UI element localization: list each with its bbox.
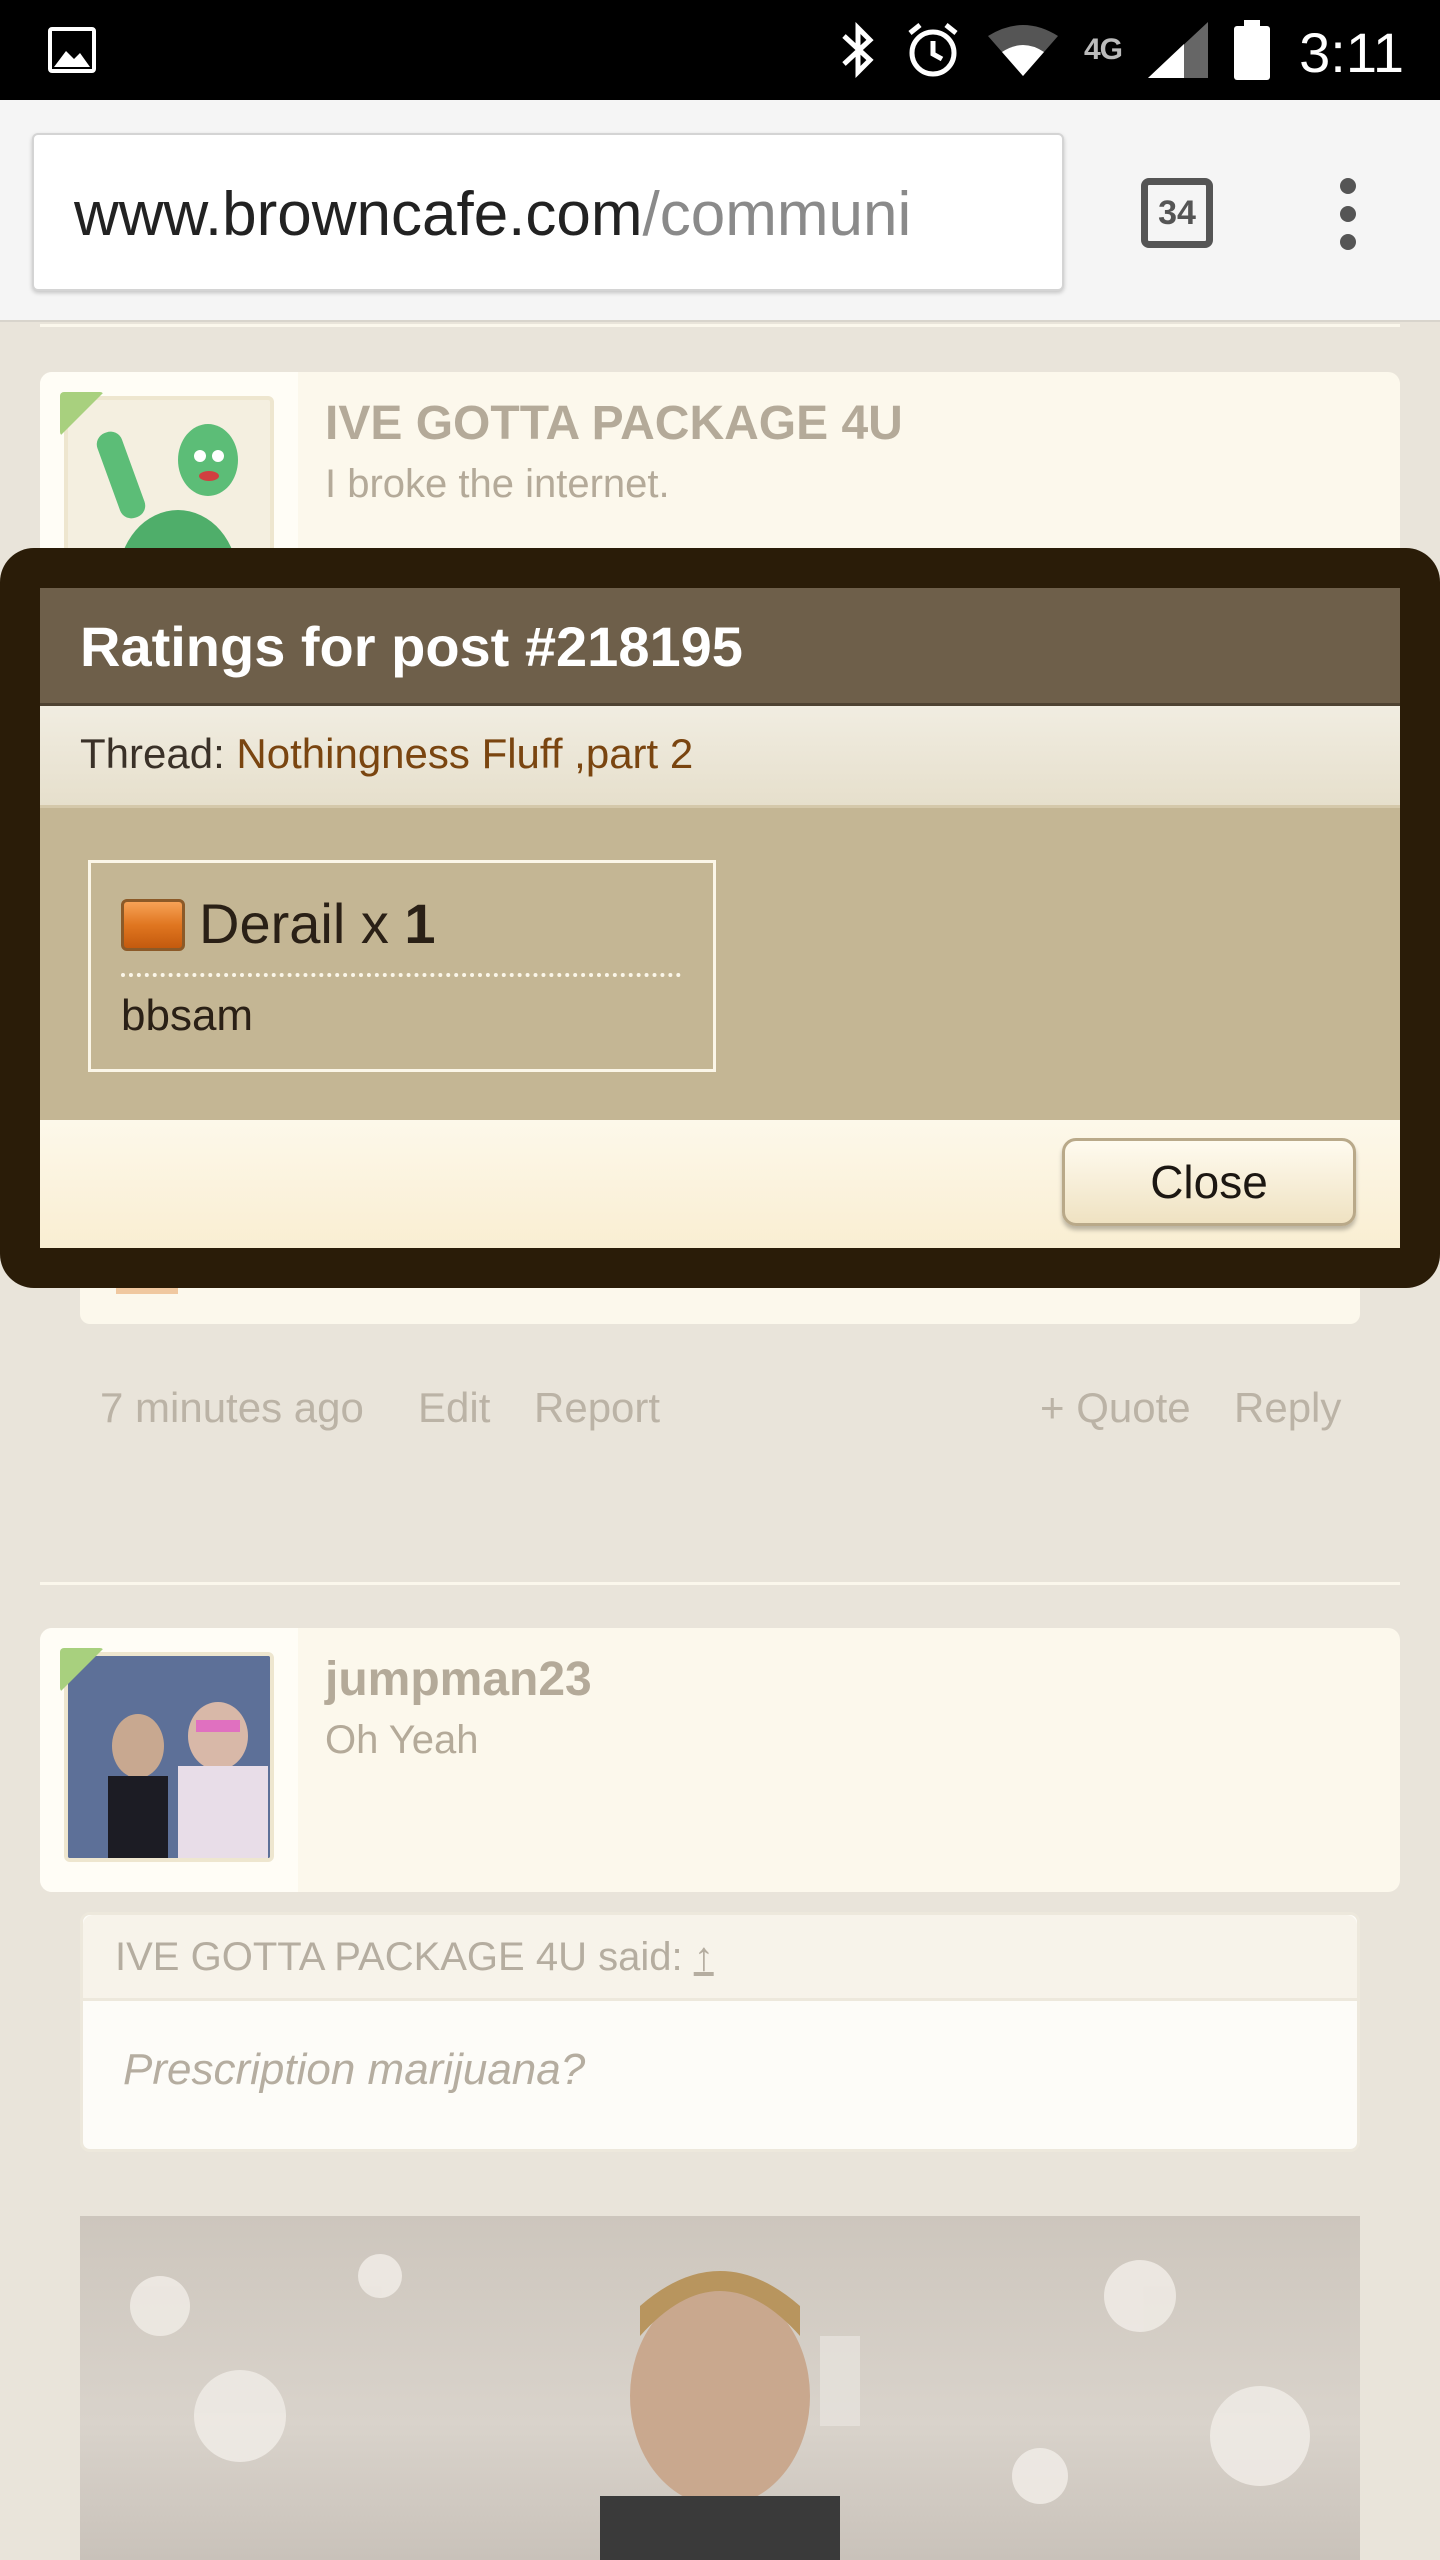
url-host: www.browncafe.com <box>74 180 643 249</box>
quote-link[interactable]: + Quote <box>1040 1384 1191 1432</box>
battery-icon <box>1234 20 1270 80</box>
reply-link[interactable]: Reply <box>1234 1384 1341 1432</box>
network-type: 4G <box>1083 33 1123 66</box>
rating-count: 1 <box>404 892 436 955</box>
username[interactable]: jumpman23 <box>325 1652 592 1707</box>
jump-to-quote-icon[interactable]: ↑ <box>694 1935 714 1979</box>
rating-entry: Derail x 1 bbsam <box>88 860 716 1072</box>
close-button[interactable]: Close <box>1062 1138 1356 1226</box>
divider <box>121 973 681 977</box>
address-bar[interactable]: www.browncafe.com/communi <box>32 133 1064 291</box>
rating-user[interactable]: bbsam <box>121 991 253 1041</box>
quote-header: IVE GOTTA PACKAGE 4U said: ↑ <box>83 1915 1357 2001</box>
user-title: Oh Yeah <box>325 1718 479 1762</box>
quote-author: IVE GOTTA PACKAGE 4U said: <box>115 1935 683 1979</box>
divider <box>40 324 1400 327</box>
username[interactable]: IVE GOTTA PACKAGE 4U <box>325 396 903 451</box>
dialog-title: Ratings for post #218195 <box>40 588 1400 706</box>
signal-icon <box>1148 22 1208 78</box>
status-icons: 4G <box>838 18 1270 82</box>
online-indicator <box>60 392 104 436</box>
divider <box>40 1582 1400 1585</box>
url-text: www.browncafe.com/communi <box>74 179 911 250</box>
post-image[interactable] <box>80 2216 1360 2560</box>
url-path: /communi <box>642 180 912 249</box>
wifi-icon <box>987 25 1058 76</box>
rating-name: Derail <box>199 892 346 955</box>
online-indicator <box>60 1648 104 1692</box>
thread-label: Thread: <box>80 730 225 777</box>
dialog-thread-line: Thread: Nothingness Fluff ,part 2 <box>40 706 1400 808</box>
alarm-icon <box>908 23 958 77</box>
clock: 3:11 <box>1299 21 1404 84</box>
avatar-column <box>40 1628 298 1892</box>
bluetooth-icon <box>842 22 874 78</box>
overflow-menu-icon[interactable] <box>1330 178 1366 250</box>
thread-link[interactable]: Nothingness Fluff ,part 2 <box>236 730 693 777</box>
gallery-icon <box>48 27 96 73</box>
browser-toolbar: www.browncafe.com/communi 34 <box>0 100 1440 322</box>
post-card: jumpman23 Oh Yeah <box>40 1628 1400 1892</box>
edit-link[interactable]: Edit <box>418 1384 490 1432</box>
ratings-dialog: Ratings for post #218195 Thread: Nothing… <box>40 588 1400 1248</box>
quote-text: Prescription marijuana? <box>123 2045 586 2094</box>
post-time[interactable]: 7 minutes ago <box>100 1384 364 1432</box>
status-bar: 4G 3:11 <box>0 0 1440 100</box>
report-link[interactable]: Report <box>534 1384 660 1432</box>
rating-label: Derail x 1 <box>199 891 436 956</box>
rating-x: x <box>360 892 389 955</box>
tab-switcher-button[interactable]: 34 <box>1141 178 1213 248</box>
derail-rating-icon <box>121 899 185 951</box>
quote-block: IVE GOTTA PACKAGE 4U said: ↑ Prescriptio… <box>80 1912 1360 2152</box>
user-title: I broke the internet. <box>325 462 670 506</box>
dialog-footer: Close <box>40 1120 1400 1248</box>
